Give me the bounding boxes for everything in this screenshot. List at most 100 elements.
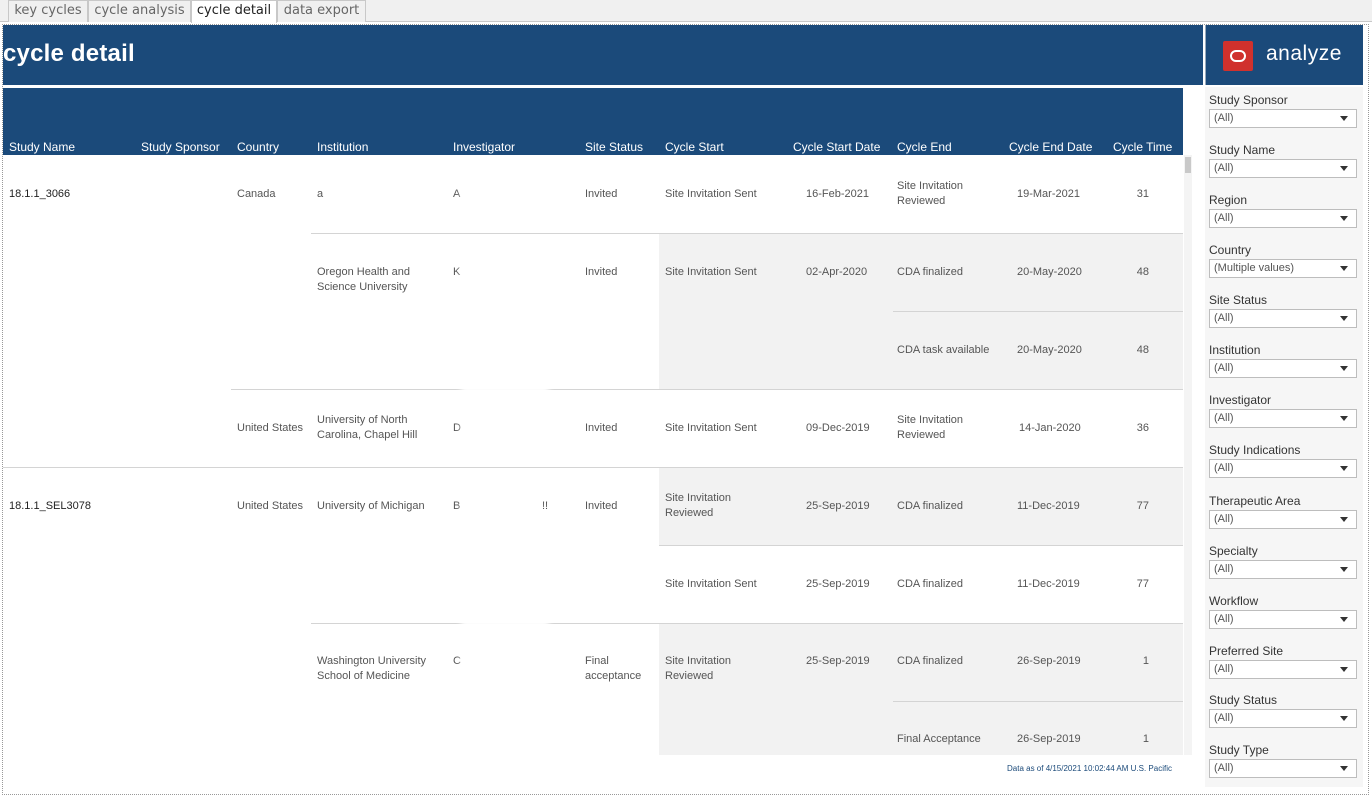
tab-data-export[interactable]: data export xyxy=(277,0,366,22)
table-scrollbar[interactable] xyxy=(1184,155,1192,755)
cell-country: United States xyxy=(237,422,304,434)
col-cycle-start[interactable]: Cycle Start xyxy=(665,140,724,154)
cell-cycle-time: 48 xyxy=(1136,266,1149,278)
cell-cycle-end: CDA finalized xyxy=(897,578,964,590)
brand-area: analyze xyxy=(1205,25,1363,85)
chevron-down-icon xyxy=(1340,766,1348,771)
filter-value: (All) xyxy=(1214,663,1234,675)
row-divider xyxy=(311,233,1183,234)
cell-study-name: 18.1.1_3066 xyxy=(9,188,71,200)
col-site-status[interactable]: Site Status xyxy=(585,140,643,154)
chevron-down-icon xyxy=(1340,116,1348,121)
filter-preferred-site[interactable]: (All) xyxy=(1209,660,1357,679)
cell-cycle-start-date: 16-Feb-2021 xyxy=(806,188,869,200)
dashboard-tab-bar: key cycles cycle analysis cycle detail d… xyxy=(0,0,1372,23)
filter-therapeutic-area[interactable]: (All) xyxy=(1209,510,1357,529)
cell-institution: Washington University School of Medicine xyxy=(317,655,427,682)
col-cycle-end[interactable]: Cycle End xyxy=(897,140,952,154)
col-cycle-time[interactable]: Cycle Time xyxy=(1113,140,1172,154)
cell-cycle-start-date: 09-Dec-2019 xyxy=(806,422,870,434)
cell-cycle-time: 31 xyxy=(1136,188,1149,200)
cell-institution: University of Michigan xyxy=(317,500,425,512)
table-header: Study Name Study Sponsor Country Institu… xyxy=(3,88,1183,155)
filter-value: (All) xyxy=(1214,412,1234,424)
row-divider xyxy=(311,623,1183,624)
cell-site-status: Invited xyxy=(585,266,618,278)
cell-cycle-end: Final Acceptance xyxy=(897,733,981,745)
tab-key-cycles[interactable]: key cycles xyxy=(8,0,88,22)
filter-value: (Multiple values) xyxy=(1214,262,1295,274)
cell-investigator: C xyxy=(453,655,461,667)
cell-site-status: Invited xyxy=(585,500,618,512)
cell-cycle-end: CDA finalized xyxy=(897,266,964,278)
cell-site-status: Invited xyxy=(585,188,618,200)
filter-study-indications[interactable]: (All) xyxy=(1209,459,1357,478)
scrollbar-thumb[interactable] xyxy=(1185,157,1191,173)
redaction-blur xyxy=(461,247,545,297)
tab-cycle-detail[interactable]: cycle detail xyxy=(191,0,277,23)
cell-cycle-start: Site Invitation Sent xyxy=(665,422,757,434)
filter-country[interactable]: (Multiple values) xyxy=(1209,259,1357,278)
filter-label-therapeutic-area: Therapeutic Area xyxy=(1209,494,1301,508)
chevron-down-icon xyxy=(1340,667,1348,672)
cell-institution: University of North Carolina, Chapel Hil… xyxy=(317,414,418,441)
chevron-down-icon xyxy=(1340,466,1348,471)
filter-region[interactable]: (All) xyxy=(1209,209,1357,228)
chevron-down-icon xyxy=(1340,716,1348,721)
filter-study-type[interactable]: (All) xyxy=(1209,759,1357,778)
row-divider xyxy=(659,545,1183,546)
cell-cycle-end-date: 26-Sep-2019 xyxy=(1017,733,1081,745)
filter-value: (All) xyxy=(1214,613,1234,625)
tab-cycle-analysis[interactable]: cycle analysis xyxy=(88,0,191,22)
cell-cycle-start-date: 02-Apr-2020 xyxy=(806,266,868,278)
filter-workflow[interactable]: (All) xyxy=(1209,610,1357,629)
cell-cycle-start-date: 25-Sep-2019 xyxy=(806,655,870,667)
col-investigator[interactable]: Investigator xyxy=(453,140,515,154)
cell-cycle-start: Site Invitation Reviewed xyxy=(665,655,732,682)
cell-study-name: 18.1.1_SEL3078 xyxy=(9,500,91,512)
cell-cycle-end-date: 20-May-2020 xyxy=(1017,266,1082,278)
filter-value: (All) xyxy=(1214,362,1234,374)
filter-value: (All) xyxy=(1214,312,1234,324)
filter-investigator[interactable]: (All) xyxy=(1209,409,1357,428)
chevron-down-icon xyxy=(1340,517,1348,522)
cell-investigator: A xyxy=(453,188,461,200)
cell-cycle-time: 77 xyxy=(1136,500,1149,512)
cell-site-status: Invited xyxy=(585,422,618,434)
table-body: 18.1.1_3066 Canada a A Invited Site Invi… xyxy=(3,155,1183,755)
col-cycle-start-date[interactable]: Cycle Start Date xyxy=(793,140,880,154)
cell-cycle-end-date: 14-Jan-2020 xyxy=(1019,422,1081,434)
chevron-down-icon xyxy=(1340,166,1348,171)
chevron-down-icon xyxy=(1340,617,1348,622)
filter-label-study-sponsor: Study Sponsor xyxy=(1209,93,1288,107)
filter-value: (All) xyxy=(1214,112,1234,124)
filter-site-status[interactable]: (All) xyxy=(1209,309,1357,328)
cell-investigator: B xyxy=(453,500,461,512)
filter-label-study-status: Study Status xyxy=(1209,693,1278,707)
col-cycle-end-date[interactable]: Cycle End Date xyxy=(1009,140,1092,154)
filter-specialty[interactable]: (All) xyxy=(1209,560,1357,579)
cell-cycle-start: Site Invitation Sent xyxy=(665,578,757,590)
col-study-sponsor[interactable]: Study Sponsor xyxy=(141,140,220,154)
filter-label-investigator: Investigator xyxy=(1209,393,1272,407)
redaction-blur xyxy=(461,165,545,225)
redaction-blur xyxy=(461,481,539,531)
cell-cycle-start-date: 25-Sep-2019 xyxy=(806,500,870,512)
filter-panel: Study Sponsor (All) Study Name (All) Reg… xyxy=(1205,87,1363,787)
filter-study-name[interactable]: (All) xyxy=(1209,159,1357,178)
filter-value: (All) xyxy=(1214,162,1234,174)
cell-country: United States xyxy=(237,500,304,512)
cell-cycle-time: 1 xyxy=(1142,655,1149,667)
filter-study-status[interactable]: (All) xyxy=(1209,709,1357,728)
col-country[interactable]: Country xyxy=(237,140,279,154)
cell-cycle-end-date: 19-Mar-2021 xyxy=(1017,188,1080,200)
cell-cycle-end-date: 11-Dec-2019 xyxy=(1017,578,1080,590)
filter-study-sponsor[interactable]: (All) xyxy=(1209,109,1357,128)
filter-value: (All) xyxy=(1214,762,1234,774)
col-study-name[interactable]: Study Name xyxy=(9,140,75,154)
col-institution[interactable]: Institution xyxy=(317,140,368,154)
filter-value: (All) xyxy=(1214,563,1234,575)
filter-label-study-type: Study Type xyxy=(1209,743,1269,757)
filter-institution[interactable]: (All) xyxy=(1209,359,1357,378)
filter-label-country: Country xyxy=(1209,243,1252,257)
